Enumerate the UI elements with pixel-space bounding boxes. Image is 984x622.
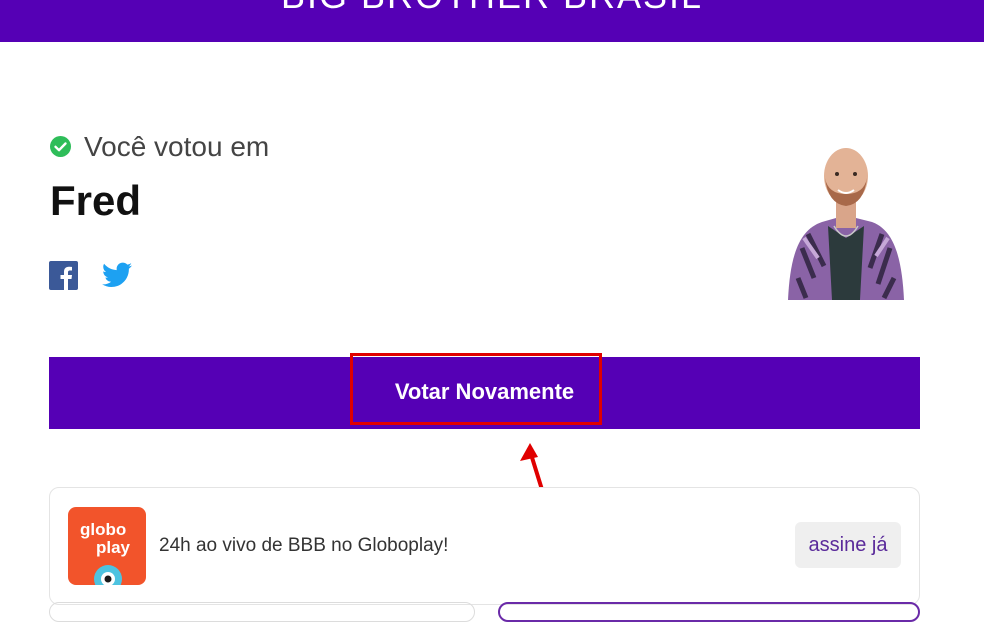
banner-title: BIG BROTHER BRASIL [0, 0, 984, 16]
check-circle-icon [50, 136, 71, 157]
eye-icon [94, 565, 122, 585]
logo-text-play: play [96, 538, 131, 557]
facebook-icon[interactable] [49, 261, 78, 290]
candidate-name: Fred [50, 177, 142, 224]
top-banner: BIG BROTHER BRASIL [0, 0, 984, 42]
candidate-photo [788, 148, 904, 300]
globoplay-logo: globo play [68, 507, 146, 585]
twitter-icon[interactable] [102, 262, 132, 288]
bottom-card-right[interactable] [498, 602, 920, 622]
vote-again-label: Votar Novamente [394, 379, 575, 404]
subscribe-button[interactable]: assine já [795, 522, 901, 568]
promo-text: 24h ao vivo de BBB no Globoplay! [159, 535, 449, 556]
bottom-card-left[interactable] [49, 602, 475, 622]
logo-text-globo: globo [80, 520, 127, 539]
vote-again-button[interactable]: Votar Novamente [49, 357, 920, 429]
vote-confirmation-label: Você votou em [84, 131, 270, 162]
